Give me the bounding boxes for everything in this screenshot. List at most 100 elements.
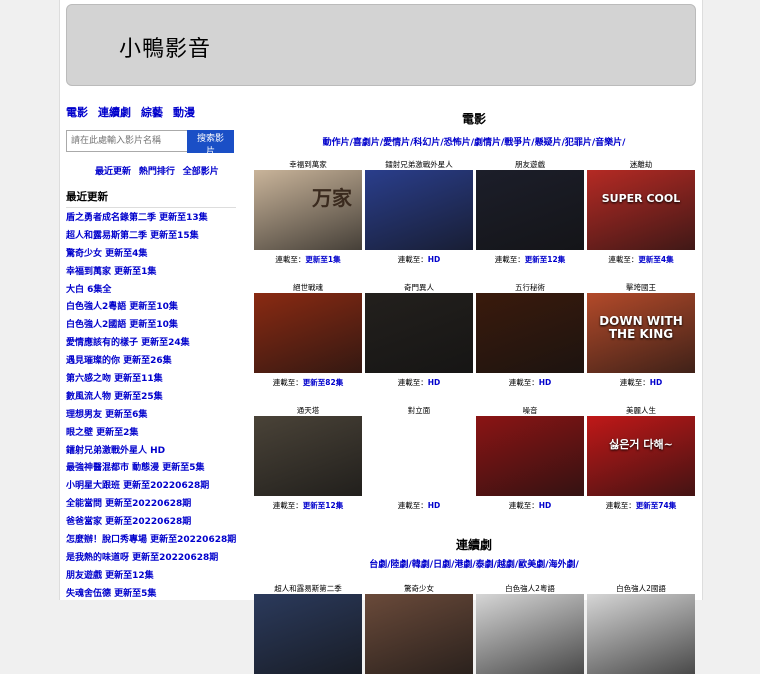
movie-poster[interactable] [254, 416, 362, 496]
movie-title[interactable]: 五行秘術 [476, 283, 584, 293]
movie-status: 連載至：更新至12集 [272, 501, 344, 510]
movie-card[interactable]: 迷離劫 SUPER COOL 連載至：更新至4集 [587, 160, 695, 265]
recent-item[interactable]: 第六感之吻 更新至11集 [66, 371, 236, 389]
site-header: 小鴨影音 [66, 4, 696, 86]
site-logo[interactable]: 小鴨影音 [119, 31, 211, 63]
recent-item[interactable]: 盾之勇者成名錄第二季 更新至13集 [66, 210, 236, 228]
movie-card[interactable]: 奇門異人 連載至：HD [365, 283, 473, 388]
movie-card[interactable]: 絕世戰魂 連載至：更新至82集 [254, 283, 362, 388]
movie-card[interactable]: 幸福到萬家 万家 連載至：更新至1集 [254, 160, 362, 265]
recent-item[interactable]: 數風流人物 更新至25集 [66, 389, 236, 407]
quick-link-recent[interactable]: 最近更新 [95, 167, 131, 177]
movie-poster[interactable]: 싫은거 다해~ [587, 416, 695, 496]
recent-item[interactable]: 驚奇少女 更新至4集 [66, 246, 236, 264]
movie-poster[interactable]: SUPER COOL [587, 170, 695, 250]
movie-card[interactable]: 鐳射兄弟激戰外星人 連載至：HD [365, 160, 473, 265]
series-poster[interactable] [476, 594, 584, 674]
series-title[interactable]: 白色強人2國語 [587, 584, 695, 594]
movie-status: 連載至：HD [508, 378, 552, 387]
recent-item[interactable]: 是我熱的味道呀 更新至20220628期 [66, 550, 236, 568]
movie-poster[interactable]: DOWN WITH THE KING [587, 293, 695, 373]
recent-item[interactable]: 愛情應該有的樣子 更新至24集 [66, 335, 236, 353]
recent-item[interactable]: 鐳射兄弟激戰外星人 HD [66, 443, 236, 461]
movie-status: 連載至：更新至74集 [605, 501, 677, 510]
recent-item[interactable]: 怎麼辦！脫口秀專場 更新至20220628期 [66, 532, 236, 550]
movie-title[interactable]: 朋友遊戲 [476, 160, 584, 170]
series-poster[interactable] [365, 594, 473, 674]
movie-card[interactable]: 通天塔 連載至：更新至12集 [254, 406, 362, 511]
movie-genres[interactable]: 動作片/喜劇片/愛情片/科幻片/恐怖片/劇情片/戰爭片/懸疑片/犯罪片/音樂片/ [246, 135, 702, 148]
recent-item[interactable]: 遇見璀璨的你 更新至26集 [66, 353, 236, 371]
series-card[interactable]: 白色強人2國語 [587, 584, 695, 674]
series-card[interactable]: 白色強人2粵語 [476, 584, 584, 674]
movie-title[interactable]: 通天塔 [254, 406, 362, 416]
movie-title[interactable]: 幸福到萬家 [254, 160, 362, 170]
recent-item[interactable]: 小明星大跟班 更新至20220628期 [66, 478, 236, 496]
recent-item[interactable]: 朋友遊戲 更新至12集 [66, 568, 236, 586]
movie-title[interactable]: 迷離劫 [587, 160, 695, 170]
nav-anime[interactable]: 動漫 [173, 106, 195, 119]
quick-links: 最近更新 熱門排行 全部影片 [66, 164, 236, 177]
movie-title[interactable]: 噪音 [476, 406, 584, 416]
poster-text: DOWN WITH THE KING [599, 314, 683, 341]
movie-poster[interactable] [476, 293, 584, 373]
movies-heading: 電影 [461, 112, 486, 126]
movie-poster[interactable] [476, 416, 584, 496]
recent-item[interactable]: 白色強人2粵語 更新至10集 [66, 299, 236, 317]
movie-card[interactable]: 對立面 連載至：HD [365, 406, 473, 511]
movie-poster[interactable] [365, 293, 473, 373]
series-genres[interactable]: 台劇/陸劇/韓劇/日劇/港劇/泰劇/越劇/歐美劇/海外劇/ [246, 557, 702, 570]
movie-status: 連載至：更新至82集 [272, 378, 344, 387]
recent-item[interactable]: 白色強人2國語 更新至10集 [66, 317, 236, 335]
series-title[interactable]: 超人和露易斯第二季 [254, 584, 362, 594]
recent-item[interactable]: 最強神醫混都市 動態漫 更新至5集 [66, 460, 236, 478]
series-title[interactable]: 白色強人2粵語 [476, 584, 584, 594]
recent-item[interactable]: 眼之壁 更新至2集 [66, 425, 236, 443]
recent-item[interactable]: 超人和露易斯第二季 更新至15集 [66, 228, 236, 246]
search-button[interactable]: 搜索影片 [187, 130, 234, 157]
quick-link-all[interactable]: 全部影片 [183, 167, 219, 177]
movie-poster[interactable]: 万家 [254, 170, 362, 250]
recent-item[interactable]: 失魂舍伍德 更新至5集 [66, 586, 236, 604]
movie-title[interactable]: 美麗人生 [587, 406, 695, 416]
movie-poster[interactable] [476, 170, 584, 250]
movie-status: 連載至：HD [397, 255, 441, 264]
series-card[interactable]: 驚奇少女 [365, 584, 473, 674]
recent-heading: 最近更新 [66, 189, 236, 208]
search-bar: 搜索影片 [66, 130, 236, 157]
movie-title[interactable]: 絕世戰魂 [254, 283, 362, 293]
nav-movies[interactable]: 電影 [66, 106, 88, 119]
movie-card[interactable]: 噪音 連載至：HD [476, 406, 584, 511]
movie-title[interactable]: 奇門異人 [365, 283, 473, 293]
poster-text: 싫은거 다해~ [609, 438, 673, 451]
movie-status: 連載至：更新至1集 [275, 255, 341, 264]
series-title[interactable]: 驚奇少女 [365, 584, 473, 594]
movie-poster[interactable] [254, 293, 362, 373]
main-content: 電影 動作片/喜劇片/愛情片/科幻片/恐怖片/劇情片/戰爭片/懸疑片/犯罪片/音… [246, 104, 702, 674]
movie-title[interactable]: 鐳射兄弟激戰外星人 [365, 160, 473, 170]
nav-variety[interactable]: 綜藝 [141, 106, 163, 119]
movie-status: 連載至：更新至12集 [494, 255, 566, 264]
movie-card[interactable]: 擊垮國王 DOWN WITH THE KING 連載至：HD [587, 283, 695, 388]
page: 小鴨影音 電影連續劇綜藝動漫 搜索影片 最近更新 熱門排行 全部影片 最近更新 … [59, 0, 703, 674]
movie-card[interactable]: 朋友遊戲 連載至：更新至12集 [476, 160, 584, 265]
search-input[interactable] [66, 130, 188, 152]
movie-poster-empty[interactable] [365, 416, 473, 496]
recent-item[interactable]: 大白 6集全 [66, 282, 236, 300]
recent-item[interactable]: 理想男友 更新至6集 [66, 407, 236, 425]
nav-series[interactable]: 連續劇 [98, 106, 131, 119]
movie-card[interactable]: 五行秘術 連載至：HD [476, 283, 584, 388]
movie-status: 連載至：HD [619, 378, 663, 387]
series-poster[interactable] [254, 594, 362, 674]
category-nav: 電影 連續劇 綜藝 動漫 [66, 104, 236, 120]
recent-item[interactable]: 全能當問 更新至20220628期 [66, 496, 236, 514]
quick-link-popular[interactable]: 熱門排行 [139, 167, 175, 177]
series-card[interactable]: 超人和露易斯第二季 [254, 584, 362, 674]
recent-item[interactable]: 幸福到萬家 更新至1集 [66, 264, 236, 282]
recent-item[interactable]: 爸爸當家 更新至20220628期 [66, 514, 236, 532]
series-poster[interactable] [587, 594, 695, 674]
movie-title[interactable]: 擊垮國王 [587, 283, 695, 293]
movie-title[interactable]: 對立面 [365, 406, 473, 416]
movie-card[interactable]: 美麗人生 싫은거 다해~ 連載至：更新至74集 [587, 406, 695, 511]
movie-poster[interactable] [365, 170, 473, 250]
